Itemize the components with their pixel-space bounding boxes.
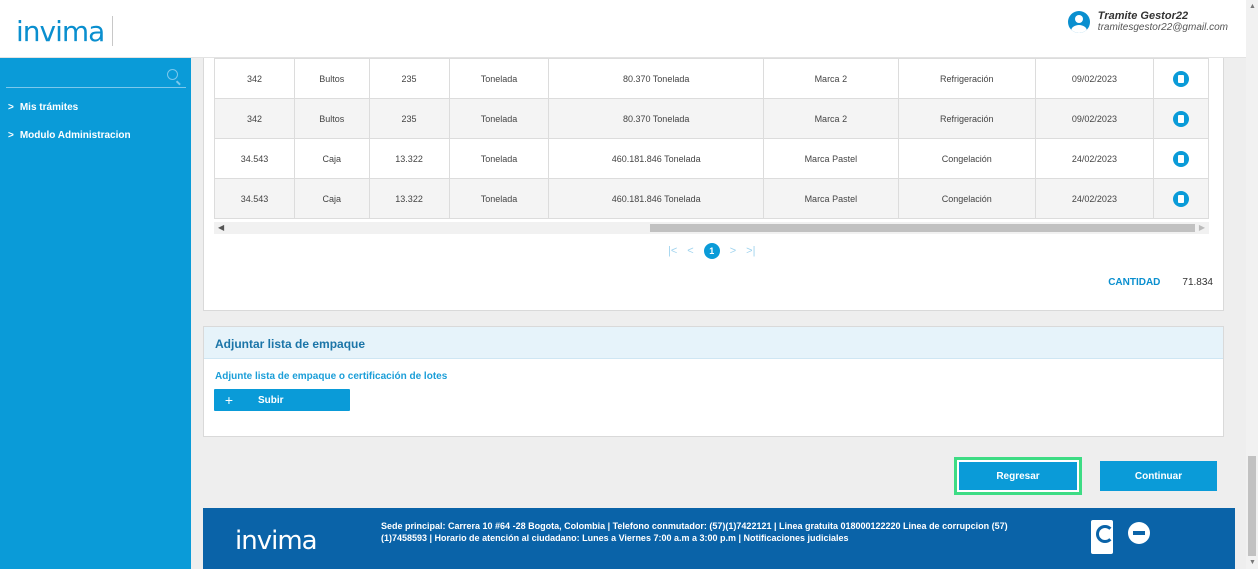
table-cell: 09/02/2023 <box>1034 58 1155 99</box>
table-cell: 235 <box>368 98 450 139</box>
back-button-label: Regresar <box>959 462 1077 490</box>
last-page-icon[interactable]: >| <box>746 245 755 257</box>
table-cell: Marca Pastel <box>762 138 899 179</box>
lots-table: 342 Bultos 235 Tonelada 80.370 Tonelada … <box>213 58 1209 219</box>
footer-contact-text: Sede principal: Carrera 10 #64 -28 Bogot… <box>381 521 1008 543</box>
table-cell: Congelación <box>897 178 1036 219</box>
table-cell: Congelación <box>897 138 1036 179</box>
table-cell: Bultos <box>294 98 370 139</box>
upload-button[interactable]: + Subir <box>214 389 350 411</box>
table-cell: 342 <box>213 58 296 99</box>
user-name: Tramite Gestor22 <box>1097 10 1189 22</box>
table-cell: Tonelada <box>448 178 550 219</box>
user-menu[interactable]: Tramite Gestor22 tramitesgestor22@gmail.… <box>1067 10 1228 33</box>
invima-logo[interactable]: invima <box>16 14 114 48</box>
table-cell: 80.370 Tonelada <box>548 98 764 139</box>
table-cell: Tonelada <box>448 98 550 139</box>
table-cell: 24/02/2023 <box>1034 138 1155 179</box>
logo-text: invima <box>16 14 105 48</box>
plus-icon: + <box>224 392 234 408</box>
table-cell: 13.322 <box>368 138 450 179</box>
attach-packing-list-card: Adjuntar lista de empaque Adjunte lista … <box>203 326 1224 437</box>
footer-logo: invima <box>235 526 318 556</box>
chevron-right-icon: > <box>8 102 14 113</box>
table-cell: 24/02/2023 <box>1034 178 1155 219</box>
top-header: invima Tramite Gestor22 tramitesgestor22… <box>0 0 1246 58</box>
table-cell: 34.543 <box>213 178 296 219</box>
certification-badge-icon <box>1128 522 1150 544</box>
table-cell: Refrigeración <box>897 58 1036 99</box>
user-email: tramitesgestor22@gmail.com <box>1097 22 1228 33</box>
table-cell: Tonelada <box>448 138 550 179</box>
quantity-value: 71.834 <box>1182 277 1213 288</box>
table-cell: 460.181.846 Tonelada <box>548 178 764 219</box>
document-icon[interactable] <box>1173 70 1190 87</box>
table-cell: Caja <box>294 138 370 179</box>
scrollbar-thumb[interactable] <box>1248 456 1256 556</box>
user-avatar-icon <box>1067 10 1090 33</box>
table-cell: Marca 2 <box>762 98 899 139</box>
scroll-left-arrow-icon[interactable]: ◀ <box>218 223 224 232</box>
table-cell: 342 <box>213 98 296 139</box>
scroll-down-arrow-icon[interactable]: ▼ <box>1249 559 1256 566</box>
sidebar: > Mis trámites > Modulo Administracion <box>0 58 191 569</box>
table-cell: 13.322 <box>368 178 450 219</box>
document-icon[interactable] <box>1173 110 1190 127</box>
table-cell-action <box>1153 138 1209 179</box>
table-cell: 460.181.846 Tonelada <box>548 138 764 179</box>
search-icon[interactable] <box>167 69 178 80</box>
chevron-right-icon: > <box>8 130 14 141</box>
scrollbar-thumb[interactable] <box>650 224 1195 232</box>
page: invima Tramite Gestor22 tramitesgestor22… <box>0 0 1258 569</box>
sidebar-search-input[interactable] <box>6 66 186 88</box>
table-cell: Caja <box>294 178 370 219</box>
quantity-label: CANTIDAD <box>1108 277 1161 288</box>
table-horizontal-scrollbar[interactable]: ◀ ▶ <box>214 222 1209 234</box>
upload-button-label: Subir <box>258 394 284 406</box>
table-cell: Marca Pastel <box>762 178 899 219</box>
page-vertical-scrollbar[interactable]: ▲ ▼ <box>1246 0 1258 569</box>
certification-seal-icon <box>1091 520 1114 554</box>
back-button[interactable]: Regresar <box>954 457 1082 495</box>
sidebar-item-modulo-administracion[interactable]: > Modulo Administracion <box>8 130 131 141</box>
prev-page-icon[interactable]: < <box>687 245 693 257</box>
quantity-summary: CANTIDAD 71.834 <box>1108 277 1213 288</box>
table-row: 34.543 Caja 13.322 Tonelada 460.181.846 … <box>213 138 1209 179</box>
table-row: 34.543 Caja 13.322 Tonelada 460.181.846 … <box>213 178 1209 219</box>
table-cell: Tonelada <box>448 58 550 99</box>
table-cell: 09/02/2023 <box>1034 98 1155 139</box>
table-cell-action <box>1153 98 1209 139</box>
user-info: Tramite Gestor22 tramitesgestor22@gmail.… <box>1098 10 1228 33</box>
next-page-icon[interactable]: > <box>730 245 736 257</box>
footer: invima Sede principal: Carrera 10 #64 -2… <box>203 508 1235 569</box>
table-cell-action <box>1153 58 1209 99</box>
document-icon[interactable] <box>1173 150 1190 167</box>
table-row: 342 Bultos 235 Tonelada 80.370 Tonelada … <box>213 58 1209 99</box>
table-row: 342 Bultos 235 Tonelada 80.370 Tonelada … <box>213 98 1209 139</box>
table-cell-action <box>1153 178 1209 219</box>
table-cell: Marca 2 <box>762 58 899 99</box>
sidebar-item-mis-tramites[interactable]: > Mis trámites <box>8 102 78 113</box>
table-cell: 34.543 <box>213 138 296 179</box>
logo-divider <box>112 16 114 46</box>
sidebar-item-label: Modulo Administracion <box>19 130 131 141</box>
pagination: |< < 1 > >| <box>668 243 755 259</box>
table-cell: 80.370 Tonelada <box>548 58 764 99</box>
document-icon[interactable] <box>1173 190 1190 207</box>
page-number-current[interactable]: 1 <box>703 243 720 259</box>
table-cell: 235 <box>368 58 450 99</box>
attach-section-title: Adjuntar lista de empaque <box>204 327 1223 359</box>
sidebar-item-label: Mis trámites <box>19 102 79 113</box>
table-cell: Bultos <box>294 58 370 99</box>
lots-table-card: 342 Bultos 235 Tonelada 80.370 Tonelada … <box>203 58 1224 311</box>
first-page-icon[interactable]: |< <box>668 245 677 257</box>
scroll-up-arrow-icon[interactable]: ▲ <box>1249 3 1256 10</box>
scroll-right-arrow-icon[interactable]: ▶ <box>1199 223 1205 232</box>
table-cell: Refrigeración <box>897 98 1036 139</box>
continue-button[interactable]: Continuar <box>1100 461 1217 491</box>
attach-instructions: Adjunte lista de empaque o certificación… <box>215 371 448 382</box>
